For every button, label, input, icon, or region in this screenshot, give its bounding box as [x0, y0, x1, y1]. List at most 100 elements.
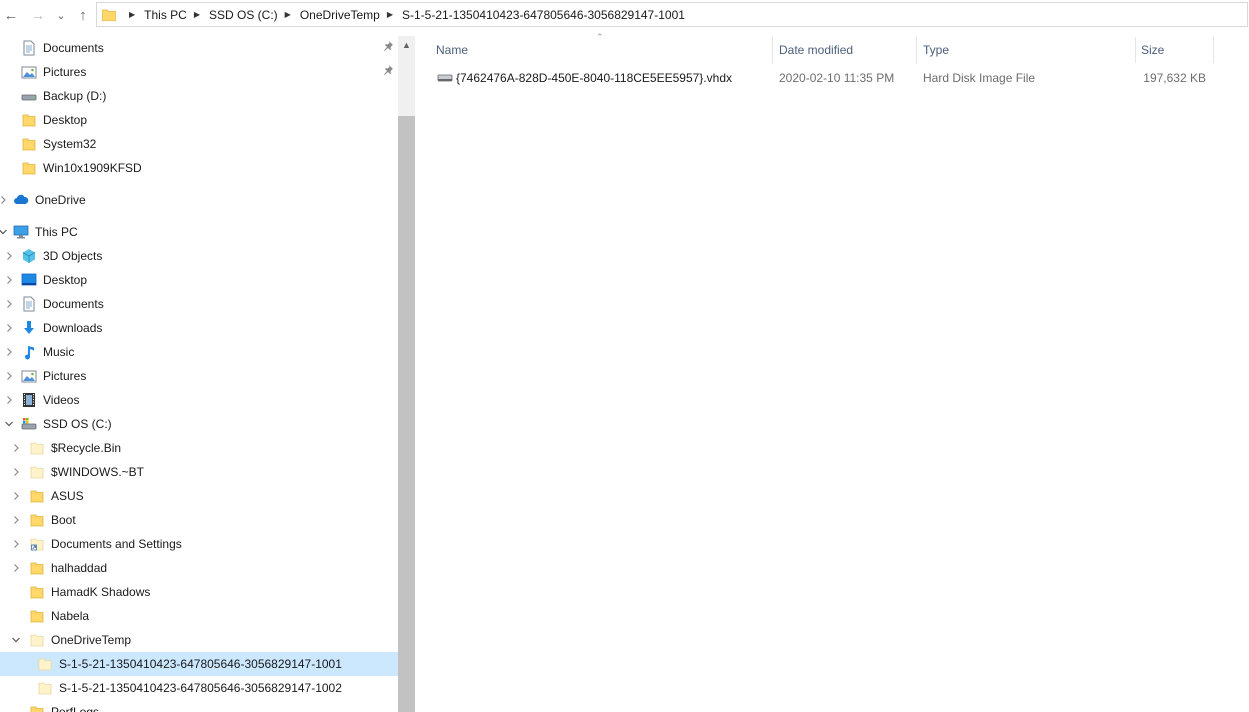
- up-button[interactable]: ↑: [72, 0, 94, 30]
- nav-item-ssd-os-c[interactable]: SSD OS (C:): [0, 412, 398, 436]
- nav-item-documents[interactable]: Documents: [0, 292, 398, 316]
- chevron-right-icon[interactable]: [10, 556, 22, 580]
- document-icon: [21, 40, 37, 56]
- chevron-down-icon[interactable]: [0, 220, 9, 244]
- nav-item-pictures[interactable]: Pictures: [0, 60, 398, 84]
- chevron-right-icon[interactable]: [3, 292, 15, 316]
- nav-item-desktop[interactable]: Desktop: [0, 268, 398, 292]
- chevron-right-icon[interactable]: [3, 388, 15, 412]
- folder-icon: [21, 160, 37, 176]
- nav-item-boot[interactable]: Boot: [0, 508, 398, 532]
- folder-pale-icon: [29, 464, 45, 480]
- nav-item-win10x1909kfsd[interactable]: Win10x1909KFSD: [0, 156, 398, 180]
- pin-icon[interactable]: [383, 64, 394, 78]
- nav-item-windows-bt[interactable]: $WINDOWS.~BT: [0, 460, 398, 484]
- nav-item-3d-objects[interactable]: 3D Objects: [0, 244, 398, 268]
- nav-item-s-1-5-21-1350410423-647805646-3056829147-1002[interactable]: S-1-5-21-1350410423-647805646-3056829147…: [0, 676, 398, 700]
- breadcrumb-onedrivetemp[interactable]: OneDriveTemp: [300, 8, 380, 22]
- recent-locations-button[interactable]: ⌄: [52, 0, 70, 30]
- column-divider[interactable]: [916, 37, 917, 63]
- nav-item-backup-d[interactable]: Backup (D:): [0, 84, 398, 108]
- chevron-down-icon[interactable]: [10, 628, 22, 652]
- column-header-size-label: Size: [1141, 43, 1165, 57]
- chevron-right-icon[interactable]: [0, 188, 9, 212]
- nav-item-label: S-1-5-21-1350410423-647805646-3056829147…: [59, 657, 342, 671]
- folder-icon: [29, 560, 45, 576]
- column-divider[interactable]: [772, 37, 773, 63]
- chevron-right-icon[interactable]: [3, 364, 15, 388]
- chevron-right-icon[interactable]: [3, 340, 15, 364]
- nav-item-documents[interactable]: Documents: [0, 36, 398, 60]
- nav-item-halhaddad[interactable]: halhaddad: [0, 556, 398, 580]
- chevron-right-icon[interactable]: [3, 316, 15, 340]
- nav-item-label: Nabela: [51, 609, 90, 623]
- breadcrumb-chevron-icon[interactable]: ▶: [194, 10, 200, 19]
- nav-item-this-pc[interactable]: This PC: [0, 220, 398, 244]
- nav-item-label: Win10x1909KFSD: [43, 161, 142, 175]
- nav-item-label: This PC: [35, 225, 78, 239]
- breadcrumb-ssd-os[interactable]: SSD OS (C:): [209, 8, 278, 22]
- nav-item-onedrivetemp[interactable]: OneDriveTemp: [0, 628, 398, 652]
- nav-item-music[interactable]: Music: [0, 340, 398, 364]
- column-divider[interactable]: [1135, 37, 1136, 63]
- document-icon: [21, 296, 37, 312]
- scroll-up-icon[interactable]: ▲: [398, 36, 415, 53]
- folder-icon: [21, 136, 37, 152]
- cube-icon: [21, 248, 37, 264]
- nav-item-downloads[interactable]: Downloads: [0, 316, 398, 340]
- column-header-date-modified[interactable]: Date modified: [779, 36, 915, 64]
- nav-item-nabela[interactable]: Nabela: [0, 604, 398, 628]
- nav-item-system32[interactable]: System32: [0, 132, 398, 156]
- nav-item-hamadk-shadows[interactable]: HamadK Shadows: [0, 580, 398, 604]
- nav-item-label: $Recycle.Bin: [51, 441, 122, 455]
- nav-item-label: OneDriveTemp: [51, 633, 132, 647]
- nav-item-desktop[interactable]: Desktop: [0, 108, 398, 132]
- column-header-type[interactable]: Type: [923, 36, 1135, 64]
- file-row[interactable]: {7462476A-828D-450E-8040-118CE5EE5957}.v…: [433, 66, 1233, 88]
- nav-item-label: Music: [43, 345, 75, 359]
- column-header-name[interactable]: Name: [436, 36, 772, 64]
- chevron-right-icon[interactable]: [10, 532, 22, 556]
- nav-item-pictures[interactable]: Pictures: [0, 364, 398, 388]
- nav-item-recycle-bin[interactable]: $Recycle.Bin: [0, 436, 398, 460]
- nav-item-label: Pictures: [43, 65, 87, 79]
- chevron-right-icon[interactable]: [3, 268, 15, 292]
- file-name: {7462476A-828D-450E-8040-118CE5EE5957}.v…: [456, 71, 732, 85]
- breadcrumb-current-folder[interactable]: S-1-5-21-1350410423-647805646-3056829147…: [402, 8, 685, 22]
- chevron-right-icon[interactable]: [10, 460, 22, 484]
- chevron-right-icon[interactable]: [10, 484, 22, 508]
- breadcrumb-chevron-icon[interactable]: ▶: [285, 10, 291, 19]
- column-header-name-label: Name: [436, 43, 469, 57]
- breadcrumb-chevron-icon[interactable]: ▶: [387, 10, 393, 19]
- back-button[interactable]: ←: [0, 0, 22, 30]
- download-icon: [21, 320, 37, 336]
- column-divider[interactable]: [1213, 37, 1214, 63]
- nav-item-label: 3D Objects: [43, 249, 103, 263]
- chevron-right-icon[interactable]: [10, 508, 22, 532]
- cloud-icon: [13, 192, 29, 208]
- breadcrumb-chevron-icon[interactable]: ▶: [129, 10, 135, 19]
- nav-item-asus[interactable]: ASUS: [0, 484, 398, 508]
- pin-icon[interactable]: [383, 40, 394, 54]
- chevron-right-icon[interactable]: [10, 436, 22, 460]
- chevron-right-icon[interactable]: [3, 244, 15, 268]
- folder-icon: [21, 112, 37, 128]
- nav-item-onedrive[interactable]: OneDrive: [0, 188, 398, 212]
- column-header-size[interactable]: Size: [1141, 36, 1213, 64]
- nav-pane-scrollbar[interactable]: ▲: [398, 36, 415, 712]
- nav-item-label: ASUS: [51, 489, 84, 503]
- chevron-down-icon[interactable]: [3, 412, 15, 436]
- address-bar[interactable]: ▶ This PC ▶ SSD OS (C:) ▶ OneDriveTemp ▶…: [96, 2, 1248, 27]
- scrollbar-thumb[interactable]: [398, 116, 415, 712]
- nav-item-perflogs[interactable]: PerfLogs: [0, 700, 398, 712]
- nav-item-documents-and-settings[interactable]: Documents and Settings: [0, 532, 398, 556]
- forward-button[interactable]: →: [27, 0, 49, 30]
- nav-item-videos[interactable]: Videos: [0, 388, 398, 412]
- chevron-down-icon: ⌄: [56, 9, 66, 22]
- breadcrumb-this-pc[interactable]: This PC: [144, 8, 187, 22]
- nav-item-label: Backup (D:): [43, 89, 107, 103]
- nav-item-label: System32: [43, 137, 97, 151]
- file-date-modified: 2020-02-10 11:35 PM: [779, 71, 895, 85]
- nav-item-s-1-5-21-1350410423-647805646-3056829147-1001[interactable]: S-1-5-21-1350410423-647805646-3056829147…: [0, 652, 398, 676]
- nav-item-label: PerfLogs: [51, 705, 100, 712]
